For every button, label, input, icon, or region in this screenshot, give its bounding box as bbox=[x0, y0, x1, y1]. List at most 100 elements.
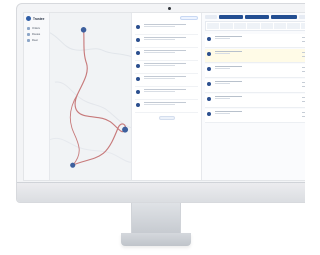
list-item[interactable] bbox=[135, 100, 198, 113]
calendar-day[interactable] bbox=[220, 23, 233, 29]
task-meta bbox=[302, 67, 305, 72]
fleet-icon bbox=[27, 39, 30, 42]
task-subtitle bbox=[215, 38, 230, 40]
list-item[interactable] bbox=[135, 61, 198, 74]
task-subtitle bbox=[215, 68, 230, 70]
load-more-button[interactable] bbox=[158, 116, 175, 120]
task-meta-line bbox=[302, 37, 305, 38]
map-marker-icon[interactable] bbox=[70, 162, 76, 168]
list-item[interactable] bbox=[135, 48, 198, 61]
route-map-svg bbox=[50, 13, 131, 180]
list-action-button[interactable] bbox=[180, 16, 198, 20]
monitor-chin bbox=[17, 182, 305, 202]
sidebar-item-label: Orders bbox=[32, 27, 40, 30]
task-meta bbox=[302, 112, 305, 117]
task-meta bbox=[302, 52, 305, 57]
task-details bbox=[215, 36, 298, 40]
task-title bbox=[215, 96, 242, 98]
camera-icon bbox=[168, 7, 171, 10]
list-item-subtitle bbox=[144, 104, 175, 106]
list-item-details bbox=[144, 50, 197, 54]
status-dot-icon bbox=[136, 103, 140, 107]
status-dot-icon bbox=[136, 51, 140, 55]
sidebar-item-fleet[interactable]: Fleet bbox=[26, 38, 47, 43]
task-row[interactable] bbox=[205, 64, 305, 78]
tab-active[interactable] bbox=[219, 15, 243, 19]
task-details bbox=[215, 111, 298, 115]
calendar-day[interactable] bbox=[287, 23, 300, 29]
list-item[interactable] bbox=[135, 22, 198, 35]
tab[interactable] bbox=[205, 15, 217, 19]
task-status-icon bbox=[207, 97, 211, 101]
task-title bbox=[215, 66, 242, 68]
orders-list bbox=[132, 13, 202, 180]
list-item[interactable] bbox=[135, 74, 198, 87]
list-item-subtitle bbox=[144, 91, 175, 93]
task-meta-line bbox=[302, 52, 305, 53]
list-item-title bbox=[144, 102, 187, 104]
sidebar-item-label: Routes bbox=[32, 33, 41, 36]
task-row[interactable] bbox=[205, 94, 305, 108]
task-status-icon bbox=[207, 112, 211, 116]
task-details bbox=[215, 66, 298, 70]
map-marker-icon[interactable] bbox=[80, 27, 87, 33]
list-item-subtitle bbox=[144, 26, 175, 28]
list-item-details bbox=[144, 102, 197, 106]
task-meta bbox=[302, 97, 305, 102]
task-meta-line bbox=[302, 97, 305, 98]
task-title bbox=[215, 111, 242, 113]
task-status-icon bbox=[207, 52, 211, 56]
task-meta-line bbox=[302, 112, 305, 113]
calendar-day[interactable] bbox=[300, 23, 305, 29]
calendar-day[interactable] bbox=[273, 23, 287, 29]
calendar-day[interactable] bbox=[207, 23, 220, 29]
screen: Trustee Orders Routes Fleet bbox=[23, 12, 305, 181]
task-row-highlighted[interactable] bbox=[205, 49, 305, 63]
monitor-stand-neck bbox=[131, 203, 181, 234]
task-meta-line bbox=[302, 56, 305, 57]
list-item[interactable] bbox=[135, 35, 198, 48]
list-header bbox=[135, 16, 198, 20]
sidebar-item-orders[interactable]: Orders bbox=[26, 26, 47, 31]
logo-icon bbox=[26, 16, 31, 21]
sidebar: Trustee Orders Routes Fleet bbox=[24, 13, 50, 180]
tab-active[interactable] bbox=[245, 15, 269, 19]
schedule-panel bbox=[202, 13, 305, 180]
task-row[interactable] bbox=[205, 79, 305, 93]
app-branding: Trustee bbox=[26, 16, 47, 21]
calendar-day[interactable] bbox=[247, 23, 260, 29]
status-dot-icon bbox=[136, 77, 140, 81]
task-status-icon bbox=[207, 67, 211, 71]
list-item[interactable] bbox=[135, 87, 198, 100]
tab-active[interactable] bbox=[271, 15, 297, 19]
orders-icon bbox=[27, 27, 30, 30]
task-subtitle bbox=[215, 113, 230, 115]
status-dot-icon bbox=[136, 38, 140, 42]
list-item-subtitle bbox=[144, 52, 175, 54]
sidebar-item-routes[interactable]: Routes bbox=[26, 32, 47, 37]
list-item-title bbox=[144, 89, 187, 91]
task-row[interactable] bbox=[205, 34, 305, 48]
list-item-title bbox=[144, 50, 187, 52]
task-title bbox=[215, 81, 242, 83]
task-row[interactable] bbox=[205, 109, 305, 123]
computer-monitor: Trustee Orders Routes Fleet bbox=[16, 3, 305, 203]
calendar-day[interactable] bbox=[233, 23, 247, 29]
task-meta-line bbox=[302, 41, 305, 42]
list-item-details bbox=[144, 89, 197, 93]
list-item-details bbox=[144, 24, 197, 28]
calendar-day[interactable] bbox=[260, 23, 273, 29]
list-item-title bbox=[144, 24, 187, 26]
task-meta-line bbox=[302, 116, 305, 117]
task-title bbox=[215, 51, 242, 53]
routes-icon bbox=[27, 33, 30, 36]
map-background bbox=[50, 13, 131, 180]
status-dot-icon bbox=[136, 25, 140, 29]
tab[interactable] bbox=[299, 15, 305, 19]
list-item-title bbox=[144, 63, 187, 65]
route-map[interactable] bbox=[50, 13, 132, 180]
list-item-details bbox=[144, 76, 197, 80]
task-meta-line bbox=[302, 101, 305, 102]
task-subtitle bbox=[215, 83, 230, 85]
map-marker-icon[interactable] bbox=[122, 126, 129, 133]
